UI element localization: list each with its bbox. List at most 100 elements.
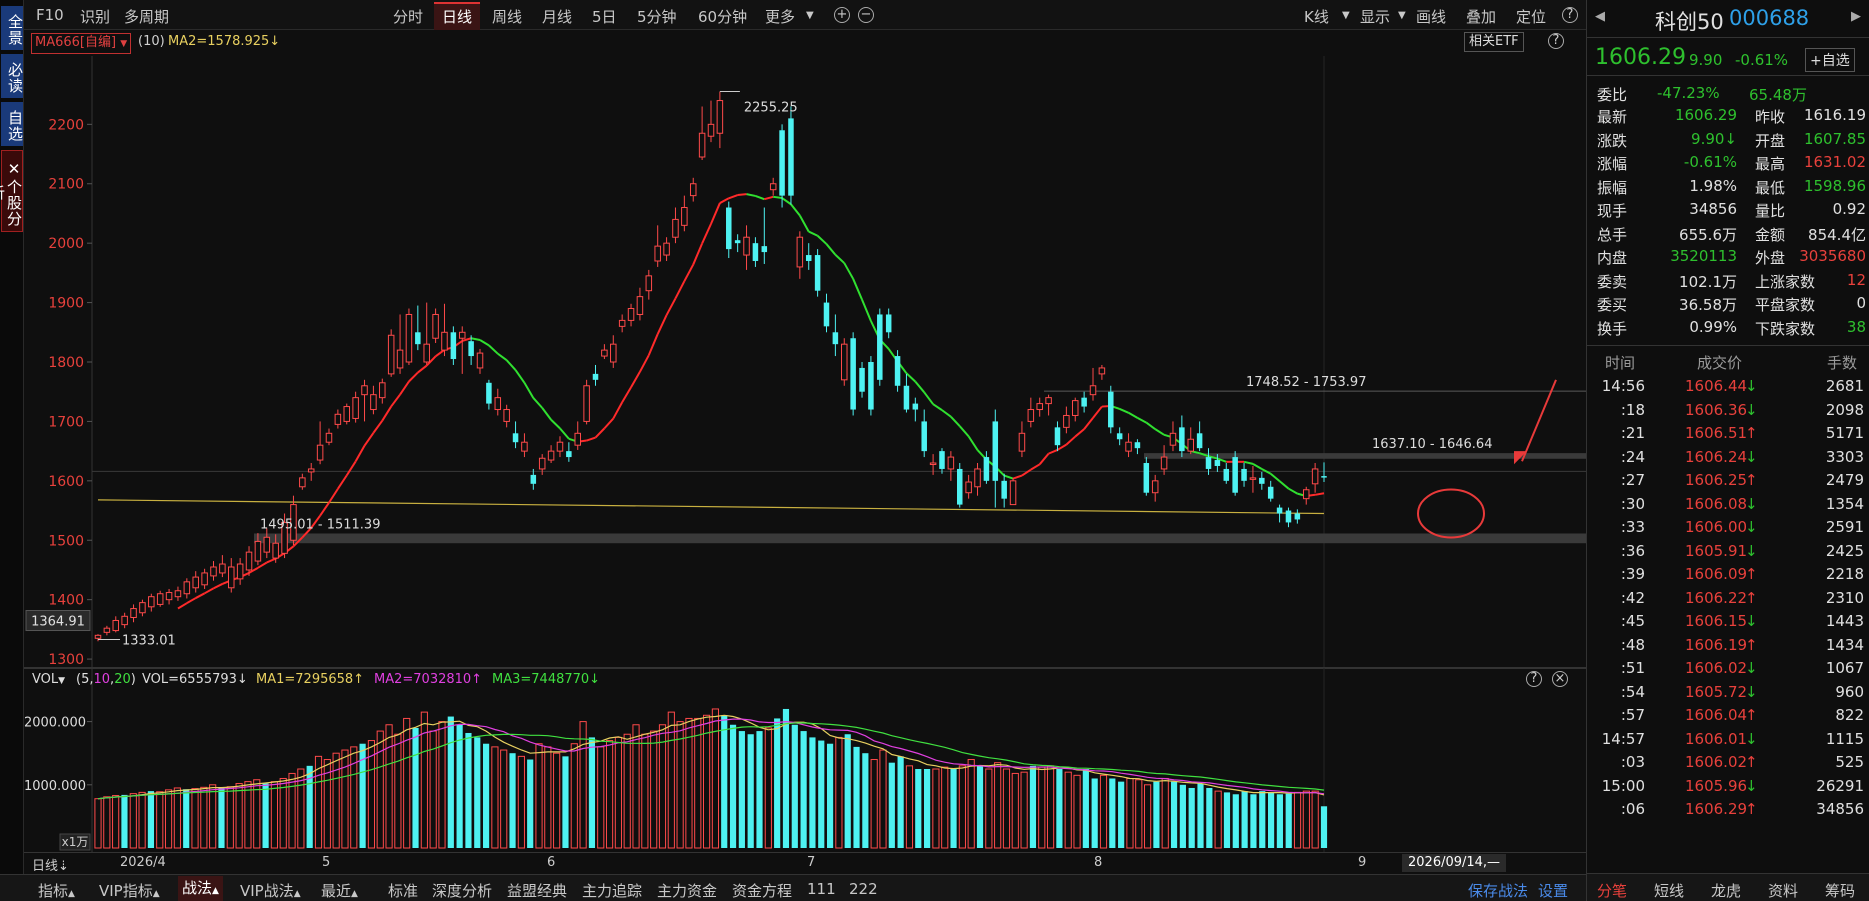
prev-stock-icon[interactable]: ◀	[1595, 9, 1605, 24]
volume-bar	[1197, 783, 1204, 848]
indicator-menu[interactable]: 指标▲	[38, 880, 75, 901]
tool-fund-equation[interactable]: 资金方程	[732, 880, 792, 901]
period-tab-5min[interactable]: 5分钟	[637, 6, 677, 27]
vol-close-icon[interactable]: ×	[1552, 671, 1568, 687]
sidebar-tab-must-read[interactable]: 必读	[1, 54, 24, 98]
help-icon[interactable]: ?	[1562, 7, 1578, 23]
volume-bar	[1161, 777, 1169, 849]
locate-button[interactable]: 定位	[1516, 6, 1546, 27]
ma10-segment	[1021, 468, 1032, 477]
candle-body	[1196, 433, 1203, 449]
tab-chips[interactable]: 筹码	[1825, 880, 1855, 901]
kline-menu[interactable]: K线	[1304, 6, 1329, 27]
tool-main-funds[interactable]: 主力资金	[657, 880, 717, 901]
high-label: 2255.25	[744, 101, 798, 116]
volume-bar	[183, 789, 190, 848]
axis-toggle[interactable]: 日线⇣	[32, 855, 69, 874]
vip-strategy-label: VIP战法	[240, 882, 294, 900]
ma10-segment	[1243, 460, 1254, 465]
sidebar-tab-overview[interactable]: 全景	[1, 6, 24, 50]
volume-bar	[412, 727, 419, 848]
quote-row: 现手 34856 量比 0.92	[1587, 200, 1869, 222]
volume-bar	[976, 765, 984, 848]
ma10-segment	[861, 299, 872, 322]
display-menu[interactable]: 显示	[1360, 6, 1390, 27]
tool-111[interactable]: 111	[807, 880, 836, 898]
volume-bar	[509, 753, 516, 848]
period-tab-intraday[interactable]: 分时	[393, 6, 423, 27]
tool-main-tracking[interactable]: 主力追踪	[582, 880, 642, 901]
recent-menu[interactable]: 最近▲	[321, 880, 358, 901]
ma10-segment	[381, 405, 393, 422]
ma10-segment	[825, 243, 837, 256]
candle-body	[974, 468, 981, 488]
volume-bar	[103, 796, 111, 849]
period-tab-more[interactable]: 更多	[765, 6, 795, 27]
tick-arrow: ↑	[1745, 424, 1758, 442]
tool-yimeng-classic[interactable]: 益盟经典	[507, 880, 567, 901]
period-tab-60min[interactable]: 60分钟	[698, 6, 747, 27]
ma10-segment	[586, 436, 596, 442]
add-favorite-button[interactable]: +自选	[1805, 48, 1855, 72]
identify-button[interactable]: 识别	[80, 6, 110, 27]
next-stock-icon[interactable]: ▶	[1851, 9, 1861, 24]
overlay-button[interactable]: 叠加	[1466, 6, 1496, 27]
tick-time: :27	[1620, 471, 1645, 489]
kline-chart[interactable]: 2200 2100 2000 1900 1800 1700 1600 1500 1400 1300…	[24, 56, 1586, 668]
more-chevron-icon[interactable]: ▼	[806, 10, 814, 21]
candle-body	[183, 581, 191, 595]
tab-profile[interactable]: 资料	[1768, 880, 1798, 901]
candle-body	[592, 373, 599, 380]
tick-volume: 2310	[1825, 588, 1864, 607]
multi-period-button[interactable]: 多周期	[124, 6, 169, 27]
period-tab-weekly[interactable]: 周线	[492, 6, 522, 27]
tab-ticks[interactable]: 分笔	[1597, 880, 1627, 901]
tab-dragon-tiger[interactable]: 龙虎	[1711, 880, 1741, 901]
sidebar-tab-watchlist[interactable]: 自选	[1, 102, 24, 146]
strategy-menu[interactable]: 战法▲	[178, 876, 223, 901]
f10-button[interactable]: F10	[36, 6, 64, 24]
sidebar-tab-stock-analysis[interactable]: ✕个股分析	[0, 150, 23, 232]
price-tick-label: 2200	[48, 117, 84, 133]
tool-deep-analysis[interactable]: 深度分析	[432, 880, 492, 901]
volume-chart[interactable]: 2000.000 1000.000 x1万	[24, 668, 1586, 852]
tool-222[interactable]: 222	[849, 880, 878, 898]
display-chevron-icon[interactable]: ▼	[1398, 10, 1406, 21]
ma-long-line	[97, 499, 1325, 515]
ma10-segment	[363, 432, 375, 447]
tick-time: 14:57	[1601, 729, 1645, 748]
volume-bar	[544, 746, 552, 849]
indicator-help-icon[interactable]: ?	[1548, 33, 1564, 49]
volume-bar	[385, 724, 393, 849]
ma-indicator-selector[interactable]: MA666[自编] ▼	[31, 33, 132, 54]
tab-shortline[interactable]: 短线	[1654, 880, 1684, 901]
settings-link[interactable]: 设置	[1538, 880, 1568, 901]
volume-bar	[650, 730, 658, 849]
period-tab-monthly[interactable]: 月线	[542, 6, 572, 27]
vip-strategy-menu[interactable]: VIP战法▲	[240, 880, 301, 901]
vol-indicator-selector[interactable]: VOL▼	[32, 672, 65, 687]
period-tab-5day[interactable]: 5日	[592, 6, 617, 27]
zoom-in-icon[interactable]: +	[834, 7, 850, 23]
volume-bar	[1241, 791, 1248, 848]
volume-bar	[729, 724, 737, 848]
quote-label: 昨收	[1755, 108, 1786, 126]
candle-body	[1151, 480, 1159, 494]
related-etf-button[interactable]: 相关ETF	[1464, 32, 1524, 52]
zoom-out-icon[interactable]: −	[858, 7, 874, 23]
vol-help-icon[interactable]: ?	[1526, 671, 1542, 687]
kline-chevron-icon[interactable]: ▼	[1342, 10, 1350, 21]
ma10-segment	[328, 488, 339, 504]
volume-bar	[1276, 794, 1283, 848]
vip-indicator-menu[interactable]: VIP指标▲	[99, 880, 160, 901]
period-tab-daily[interactable]: 日线	[434, 2, 481, 30]
recent-label: 最近	[321, 882, 352, 900]
volume-bar	[764, 727, 772, 849]
candle-body	[361, 385, 368, 396]
candle-body	[94, 634, 102, 639]
save-strategy-link[interactable]: 保存战法	[1468, 880, 1528, 901]
draw-button[interactable]: 画线	[1416, 6, 1446, 27]
volume-bar	[235, 783, 243, 849]
tool-standard[interactable]: 标准	[388, 880, 418, 901]
ma10-segment	[1056, 443, 1067, 451]
